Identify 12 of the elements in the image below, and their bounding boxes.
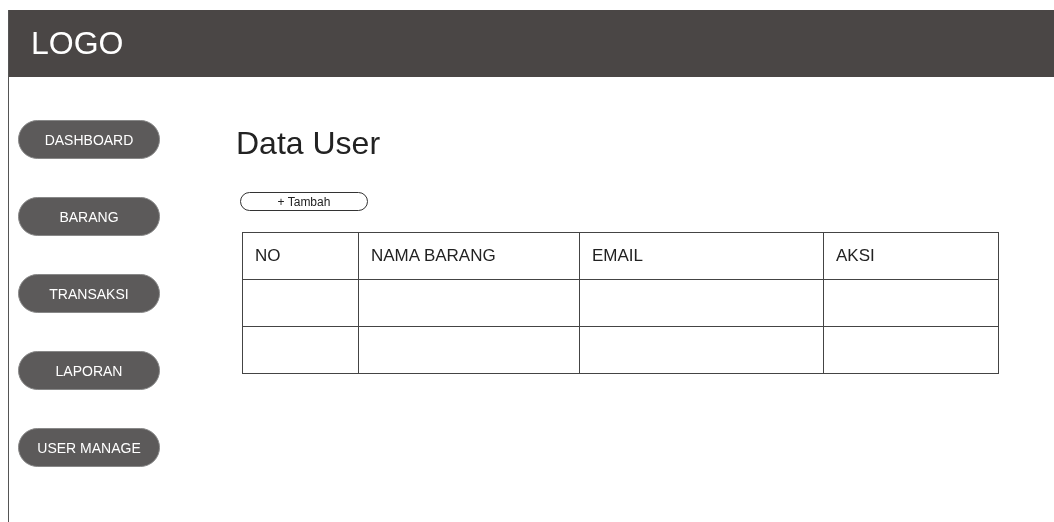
nav-button[interactable]: BARANG: [18, 197, 160, 236]
column-header: EMAIL: [592, 246, 644, 266]
logo-text: LOGO: [31, 25, 124, 62]
column-header: AKSI: [836, 246, 875, 266]
column-header: NO: [255, 246, 281, 266]
column-header: NAMA BARANG: [371, 246, 496, 266]
nav-button[interactable]: TRANSAKSI: [18, 274, 160, 313]
add-button[interactable]: + Tambah: [240, 192, 368, 211]
nav-button[interactable]: LAPORAN: [18, 351, 160, 390]
page-title: Data User: [236, 125, 382, 162]
nav-button[interactable]: DASHBOARD: [18, 120, 160, 159]
nav-button[interactable]: USER MANAGE: [18, 428, 160, 467]
